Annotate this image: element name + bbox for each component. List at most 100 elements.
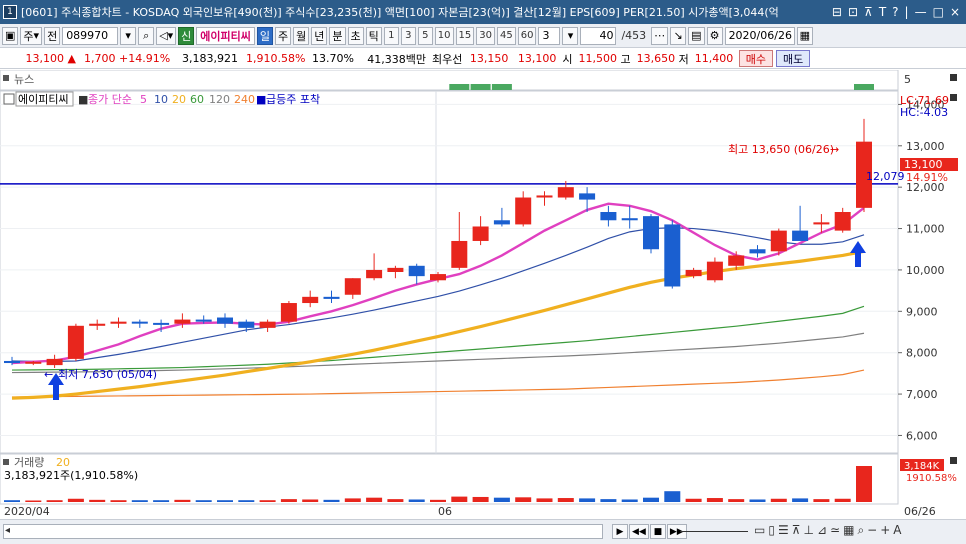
interval-month[interactable]: 월: [293, 26, 310, 45]
window-icon[interactable]: 1: [3, 5, 17, 19]
interval-week[interactable]: 주: [275, 26, 292, 45]
stock-code-input[interactable]: 089970: [62, 26, 119, 45]
ask-price: 13,150: [469, 52, 509, 65]
screen-menu-icon[interactable]: ▣: [2, 26, 19, 45]
interval-tick[interactable]: 틱: [365, 26, 382, 45]
volume-tag-text: 3,184K: [904, 461, 940, 472]
news-marker[interactable]: [449, 84, 470, 90]
horizontal-scrollbar[interactable]: ◂: [3, 524, 603, 539]
panel-close-icon[interactable]: [950, 94, 957, 101]
interval-day[interactable]: 일: [256, 26, 274, 45]
volume-bar: [174, 499, 191, 502]
news-toggle-icon[interactable]: [3, 75, 9, 81]
date-input[interactable]: 2020/06/26: [724, 26, 795, 45]
minute-step-15[interactable]: 15: [455, 26, 475, 45]
speaker-icon[interactable]: ◁▾: [156, 26, 177, 45]
y-tick-label: 8,000: [906, 347, 938, 360]
price-chart[interactable]: 뉴스 5 6,000 7,000 8,000 9,000 10,000 11,000 12,…: [0, 69, 966, 519]
tool-icon-1[interactable]: ▭: [754, 523, 765, 538]
page-input[interactable]: 40: [580, 26, 617, 45]
minimize-button[interactable]: —: [915, 5, 927, 19]
save-icon[interactable]: ▤: [688, 26, 705, 45]
candle-body: [131, 321, 148, 324]
window-buttons: ⊟ ⊡ ⊼ T ? | — □ ×: [832, 5, 960, 19]
chart-area[interactable]: 뉴스 5 6,000 7,000 8,000 9,000 10,000 11,000 12,…: [0, 69, 966, 544]
minute-step-10[interactable]: 10: [434, 26, 454, 45]
tool-icon-4[interactable]: ⊼: [792, 523, 801, 538]
tool-icon[interactable]: ↘: [670, 26, 687, 45]
close-button[interactable]: ×: [950, 5, 960, 19]
price-tag-text: 13,100: [904, 158, 943, 171]
chevron-down-icon[interactable]: ▾: [562, 26, 579, 45]
minute-step-30[interactable]: 30: [476, 26, 495, 45]
minute-step-3[interactable]: 3: [400, 26, 416, 45]
candle-body: [238, 321, 255, 328]
copy-icon[interactable]: ⊡: [848, 5, 858, 19]
speed-slider[interactable]: [680, 531, 748, 532]
candle-body: [621, 218, 638, 221]
tool-icon-2[interactable]: ▯: [768, 523, 775, 538]
legend-ma240: 240: [234, 93, 255, 106]
minute-step-1[interactable]: 1: [383, 26, 399, 45]
tool-icon-8[interactable]: ▦: [843, 523, 854, 538]
low-annotation: 최저 7,630 (05/04): [58, 368, 157, 381]
news-close-icon[interactable]: [950, 74, 957, 81]
calendar-icon[interactable]: ▦: [796, 26, 813, 45]
rewind-icon[interactable]: ◀◀: [629, 524, 649, 539]
stop-icon[interactable]: ■: [649, 524, 666, 539]
tool-icon-6[interactable]: ⊿: [817, 523, 827, 538]
stock-name[interactable]: 에이피티씨: [196, 26, 255, 45]
minute-step-60[interactable]: 60: [517, 26, 537, 45]
interval-minute[interactable]: 분: [329, 26, 346, 45]
interval-second[interactable]: 초: [347, 26, 364, 45]
y-tick-label: 10,000: [906, 264, 945, 277]
volume-close-icon[interactable]: [950, 457, 957, 464]
chevron-down-icon[interactable]: ▾: [120, 26, 137, 45]
zoom-out-icon[interactable]: −: [867, 523, 877, 538]
gear-icon[interactable]: ⚙: [706, 26, 723, 45]
candle-body: [472, 226, 489, 241]
text-size-icon[interactable]: A: [893, 523, 901, 538]
date-label-right: 06/26: [904, 505, 936, 518]
best-label: 최우선: [432, 52, 463, 66]
candle-body: [259, 321, 276, 328]
tool-icon-5[interactable]: ⊥: [804, 523, 814, 538]
volume-bar: [728, 499, 745, 502]
font-icon[interactable]: T: [879, 5, 886, 19]
zoom-in-icon[interactable]: +: [880, 523, 890, 538]
volume-bar: [153, 500, 170, 502]
tool-icon-3[interactable]: ☰: [778, 523, 789, 538]
candle-body: [323, 296, 340, 299]
minute-step-45[interactable]: 45: [496, 26, 516, 45]
volume-period: 20: [56, 456, 70, 469]
candle-body: [728, 255, 745, 266]
news-marker[interactable]: [854, 84, 874, 90]
maximize-button[interactable]: □: [933, 5, 944, 19]
dots-icon[interactable]: ⋯: [651, 26, 669, 45]
interval-year[interactable]: 년: [311, 26, 328, 45]
mode-select[interactable]: 주 ▾: [20, 26, 43, 45]
turnover-rate: 13.70%: [312, 52, 354, 65]
period-button[interactable]: 전: [44, 26, 61, 45]
help-icon[interactable]: ?: [892, 5, 898, 19]
volume-toggle-icon[interactable]: [3, 459, 9, 465]
layout-icon[interactable]: ⊟: [832, 5, 842, 19]
scroll-left-icon[interactable]: ◂: [5, 525, 10, 536]
news-marker[interactable]: [491, 84, 512, 90]
sell-button[interactable]: 매도: [776, 50, 811, 67]
y-tick-label: 13,000: [906, 140, 945, 153]
news-strip: [0, 69, 899, 91]
buy-button[interactable]: 매수: [738, 50, 773, 67]
search-icon[interactable]: ⌕: [138, 26, 155, 45]
volume-bar: [280, 499, 297, 502]
legend-extra-marker: ■: [256, 93, 266, 106]
trade-amount: 41,338백만: [367, 52, 426, 66]
news-marker[interactable]: [470, 84, 491, 90]
pin-icon[interactable]: ⊼: [864, 5, 873, 19]
tool-icon-7[interactable]: ≃: [830, 523, 840, 538]
count-input[interactable]: 3: [538, 26, 561, 45]
play-icon[interactable]: ▶: [612, 524, 628, 539]
zoom-icon[interactable]: ⌕: [857, 523, 864, 538]
legend-icon[interactable]: [3, 93, 15, 105]
minute-step-5[interactable]: 5: [417, 26, 433, 45]
